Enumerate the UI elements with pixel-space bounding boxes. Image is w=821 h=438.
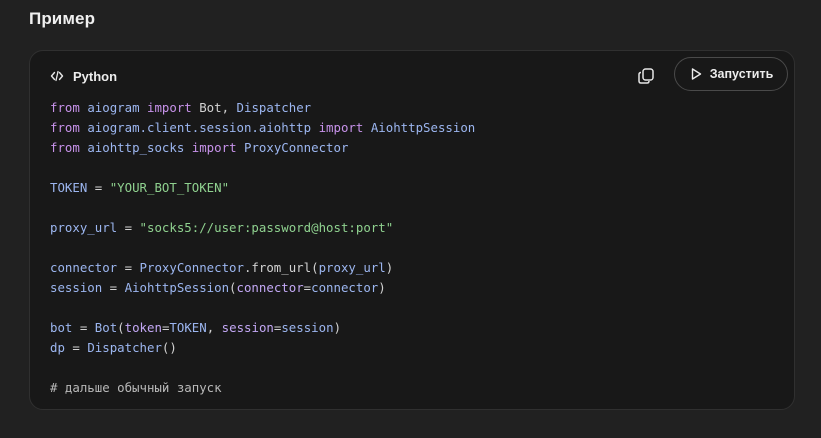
code-token: session <box>221 320 274 335</box>
code-line: dp = Dispatcher() <box>50 338 475 358</box>
code-token: proxy_url <box>50 220 118 235</box>
code-token: ) <box>333 320 342 335</box>
run-button[interactable]: Запустить <box>674 57 788 91</box>
code-line: from aiogram.client.session.aiohttp impo… <box>50 118 475 138</box>
code-token: from <box>50 120 80 135</box>
code-token: = <box>87 180 110 195</box>
section-title: Пример <box>29 9 96 28</box>
code-token: = <box>117 220 140 235</box>
code-token: ProxyConnector <box>139 260 244 275</box>
code-block: Python Запустить from aiogram import Bot… <box>29 50 795 410</box>
code-token: import <box>191 140 237 155</box>
code-token: = <box>303 280 312 295</box>
language-name: Python <box>73 68 118 84</box>
code-token: Dispatcher <box>87 340 162 355</box>
code-token: import <box>318 120 364 135</box>
code-token: session <box>50 280 103 295</box>
code-token: () <box>161 340 177 355</box>
code-token: aiogram <box>87 100 140 115</box>
code-token: TOKEN <box>50 180 88 195</box>
code-line: bot = Bot(token=TOKEN, session=session) <box>50 318 475 338</box>
code-token: # дальше обычный запуск <box>50 380 222 395</box>
copy-icon <box>638 68 654 84</box>
code-line: proxy_url = "socks5://user:password@host… <box>50 218 475 238</box>
code-token: session <box>281 320 334 335</box>
code-token: = <box>102 280 125 295</box>
code-token: bot <box>50 320 73 335</box>
copy-button[interactable] <box>633 63 659 89</box>
code-line: # дальше обычный запуск <box>50 378 475 398</box>
code-line: ​ <box>50 158 475 178</box>
code-line: TOKEN = "YOUR_BOT_TOKEN" <box>50 178 475 198</box>
code-token: = <box>117 260 140 275</box>
code-token: proxy_url <box>318 260 386 275</box>
code-token: = <box>72 320 95 335</box>
code-token: ) <box>378 280 386 295</box>
code-line: from aiogram import Bot, Dispatcher <box>50 98 475 118</box>
run-button-label: Запустить <box>709 67 774 81</box>
code-token: dp <box>50 340 65 355</box>
code-token: from <box>50 140 80 155</box>
code-token: "socks5://user:password@host:port" <box>139 220 394 235</box>
code-token: connector <box>311 280 379 295</box>
code-token: ( <box>229 280 237 295</box>
code-token: = <box>64 340 88 355</box>
code-token: ) <box>385 260 394 275</box>
code-token: token <box>124 320 162 335</box>
code-token: Bot <box>94 320 118 335</box>
code-token: Bot, <box>191 100 237 115</box>
code-token: import <box>147 100 192 115</box>
code-token: connector <box>50 260 118 275</box>
code-token: ProxyConnector <box>244 140 349 155</box>
code-token: , <box>206 320 222 335</box>
code-line: connector = ProxyConnector.from_url(prox… <box>50 258 475 278</box>
code-line: from aiohttp_socks import ProxyConnector <box>50 138 475 158</box>
code-token: from <box>50 100 80 115</box>
play-icon <box>691 68 701 80</box>
code-line: ​ <box>50 238 475 258</box>
code-body: from aiogram import Bot, Dispatcher from … <box>50 98 475 398</box>
code-line: ​ <box>50 358 475 378</box>
code-token: AiohttpSession <box>124 280 230 295</box>
code-token: connector <box>236 280 304 295</box>
code-token: "YOUR_BOT_TOKEN" <box>109 180 230 195</box>
code-line: session = AiohttpSession(connector=conne… <box>50 278 475 298</box>
code-token: Dispatcher <box>236 100 312 115</box>
code-block-header: Python Запустить <box>30 51 794 101</box>
code-token: aiogram.client.session.aiohttp <box>87 120 312 135</box>
code-line: ​ <box>50 298 475 318</box>
code-token: aiohttp_socks <box>87 140 185 155</box>
code-line: ​ <box>50 198 475 218</box>
code-token: ( <box>117 320 125 335</box>
code-token: .from_url( <box>243 260 319 275</box>
code-token: AiohttpSession <box>370 120 476 135</box>
language-label: Python <box>50 67 117 85</box>
page: Пример Python Запустить from aiogram imp… <box>0 0 821 438</box>
code-token: TOKEN <box>169 320 207 335</box>
code-icon <box>50 70 64 82</box>
